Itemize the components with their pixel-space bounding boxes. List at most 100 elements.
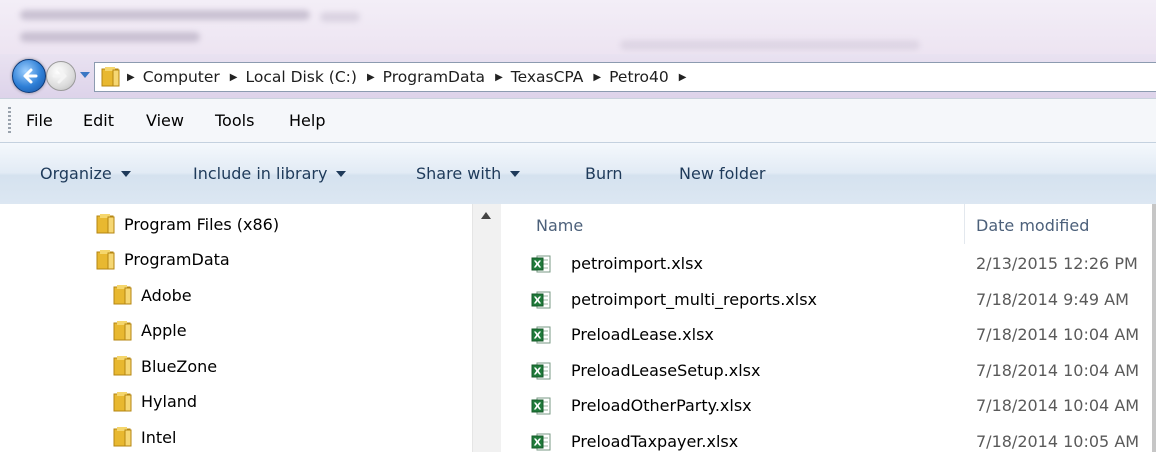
organize-button[interactable]: Organize (40, 143, 131, 205)
nav-scrollbar[interactable] (472, 204, 501, 452)
tree-item-label: Program Files (x86) (124, 214, 280, 234)
folder-icon (113, 285, 132, 305)
tree-item[interactable]: Program Files (x86) (96, 206, 279, 242)
excel-file-icon: X (531, 362, 551, 379)
file-row[interactable]: X PreloadLeaseSetup.xlsx 7/18/2014 10:04 A… (501, 353, 1156, 389)
menu-bar: File Edit View Tools Help (0, 98, 1156, 143)
chevron-down-icon (510, 171, 521, 177)
file-row[interactable]: X PreloadTaxpayer.xlsx 7/18/2014 10:05 AM (501, 424, 1156, 460)
file-name: PreloadOtherParty.xlsx (571, 396, 752, 415)
file-row[interactable]: Xpetroimport.xlsx 2/13/2015 12:26 PM (501, 246, 1156, 282)
file-date-modified: 2/13/2015 12:26 PM (976, 254, 1138, 273)
chevron-down-icon (120, 171, 131, 177)
excel-file-icon: X (531, 255, 551, 273)
svg-text:X: X (534, 260, 542, 271)
window-edge (1152, 204, 1156, 452)
file-date-modified: 7/18/2014 10:05 AM (976, 431, 1140, 451)
excel-file-icon: X (531, 433, 551, 450)
navigation-pane: Program Files (x86) ProgramData Adobe Apple… (0, 204, 472, 452)
svg-text:X: X (534, 331, 542, 342)
breadcrumb-item[interactable]: ▶ ProgramData (367, 68, 485, 86)
breadcrumb-label: ProgramData (382, 68, 486, 86)
address-bar[interactable]: ▶ Computer ▶ Local Disk (C:) ▶ ProgramData ▶ Te… (94, 62, 1156, 92)
include-in-library-label: Include in library (193, 164, 328, 183)
command-bar: Organize Include in library Share with B… (0, 142, 1156, 206)
column-divider[interactable] (964, 204, 965, 244)
chevron-right-icon[interactable]: ▶ (230, 72, 238, 83)
chevron-right-icon[interactable]: ▶ (127, 72, 135, 83)
breadcrumb-label: Petro40 (609, 68, 669, 86)
file-date-modified: 7/18/2014 9:49 AM (976, 289, 1129, 309)
chevron-right-icon[interactable]: ▶ (679, 72, 687, 83)
breadcrumb-item[interactable]: ▶ TexasCPA (495, 68, 583, 86)
menu-tools[interactable]: Tools (215, 99, 254, 143)
file-date-modified: 7/18/2014 10:04 AM (976, 325, 1140, 344)
breadcrumb-label: Computer (142, 68, 220, 86)
menu-file[interactable]: File (26, 99, 53, 143)
recent-pages-dropdown-icon[interactable] (79, 69, 91, 81)
breadcrumb-item[interactable]: ▶ Computer (127, 68, 220, 86)
tree-item[interactable]: Apple (113, 313, 187, 349)
organize-label: Organize (40, 164, 112, 183)
menu-help[interactable]: Help (289, 99, 325, 143)
file-row[interactable]: Xpetroimport_multi_reports.xlsx 7/18/2014… (501, 282, 1156, 318)
breadcrumb-label: Local Disk (C:) (245, 68, 357, 86)
breadcrumb-trailing-arrow[interactable]: ▶ (679, 72, 695, 83)
new-folder-button[interactable]: New folder (679, 143, 765, 205)
include-in-library-button[interactable]: Include in library (193, 143, 347, 205)
file-row[interactable]: X PreloadOtherParty.xlsx 7/18/2014 10:04 A… (501, 388, 1156, 424)
background-document (0, 0, 1156, 60)
share-with-button[interactable]: Share with (416, 143, 521, 205)
chevron-right-icon[interactable]: ▶ (495, 72, 503, 83)
excel-file-icon: X (531, 326, 551, 344)
breadcrumb-item[interactable]: ▶ Petro40 (593, 68, 668, 86)
tree-item-label: Apple (141, 321, 187, 340)
back-arrow-icon (23, 68, 38, 84)
toolbar-grip[interactable] (8, 107, 11, 135)
svg-text:X: X (534, 295, 542, 306)
file-name: petroimport_multi_reports.xlsx (571, 289, 818, 309)
breadcrumb: ▶ Computer ▶ Local Disk (C:) ▶ ProgramData ▶ Te… (127, 63, 704, 91)
tree-item-label: Hyland (141, 392, 198, 411)
share-with-label: Share with (416, 164, 502, 183)
chevron-down-icon (336, 171, 347, 177)
menu-edit[interactable]: Edit (83, 99, 114, 143)
folder-icon (96, 214, 115, 234)
file-name: petroimport.xlsx (571, 254, 703, 273)
column-header-date-modified[interactable]: Date modified (976, 204, 1089, 244)
svg-text:X: X (534, 402, 542, 413)
tree-item[interactable]: ProgramData (96, 242, 230, 278)
tree-item[interactable]: Hyland (113, 384, 197, 420)
address-row: ▶ Computer ▶ Local Disk (C:) ▶ ProgramData ▶ Te… (0, 54, 1156, 98)
forward-arrow-icon (52, 68, 67, 84)
folder-icon (113, 320, 132, 340)
excel-file-icon: X (531, 397, 551, 415)
file-name: PreloadLeaseSetup.xlsx (571, 360, 761, 380)
file-date-modified: 7/18/2014 10:04 AM (976, 360, 1140, 380)
breadcrumb-label: TexasCPA (510, 68, 584, 86)
folder-icon (101, 67, 120, 87)
tree-item[interactable]: Intel (113, 419, 176, 455)
breadcrumb-item[interactable]: ▶ Local Disk (C:) (230, 68, 357, 86)
file-list: Name Date modified Xpetroimport.xlsx 2/13… (501, 204, 1156, 452)
burn-button[interactable]: Burn (585, 143, 623, 205)
file-row[interactable]: X PreloadLease.xlsx 7/18/2014 10:04 AM (501, 317, 1156, 353)
file-date-modified: 7/18/2014 10:04 AM (976, 396, 1140, 415)
folder-icon (113, 391, 132, 411)
menu-view[interactable]: View (146, 99, 184, 143)
column-header-name[interactable]: Name (536, 204, 583, 244)
file-name: PreloadLease.xlsx (571, 325, 714, 344)
chevron-right-icon[interactable]: ▶ (593, 72, 601, 83)
tree-item-label: Intel (141, 427, 177, 447)
tree-item-label: Adobe (141, 285, 192, 305)
folder-icon (113, 427, 132, 447)
scroll-up-arrow-icon[interactable] (481, 212, 491, 219)
folder-icon (96, 249, 115, 269)
chevron-right-icon[interactable]: ▶ (367, 72, 375, 83)
folder-icon (113, 356, 132, 376)
tree-item[interactable]: BlueZone (113, 348, 217, 384)
file-name: PreloadTaxpayer.xlsx (571, 431, 739, 451)
tree-item[interactable]: Adobe (113, 277, 192, 313)
back-button[interactable] (12, 59, 46, 93)
forward-button[interactable] (46, 61, 76, 91)
